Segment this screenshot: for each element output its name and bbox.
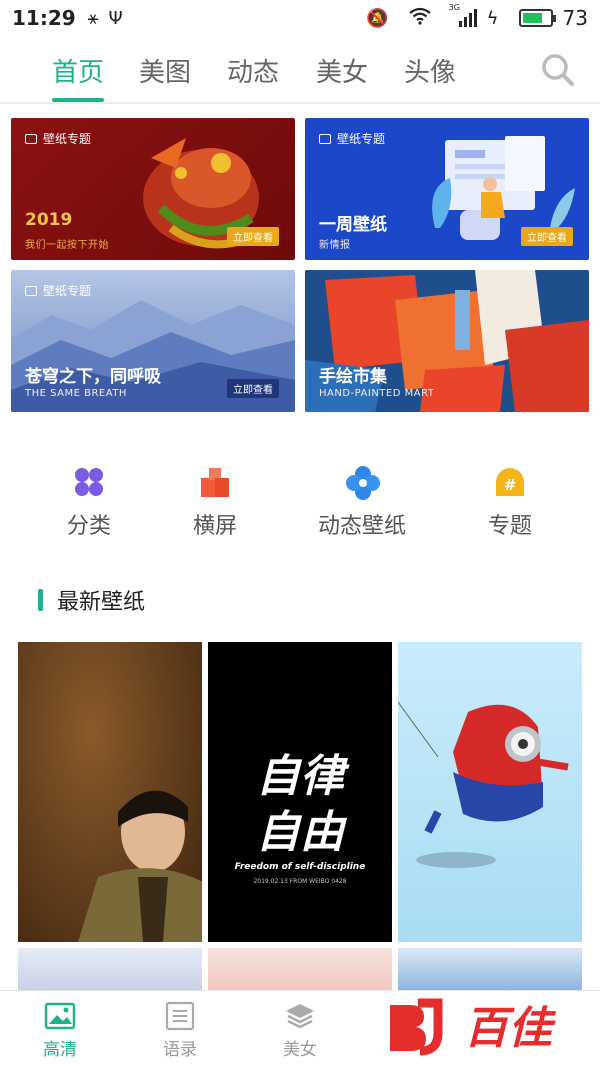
layers-icon bbox=[284, 1001, 316, 1031]
nav-quotes[interactable]: 语录 bbox=[140, 1001, 220, 1060]
wallpaper-text-line2: 自由 bbox=[256, 807, 344, 858]
tab-label: 头像 bbox=[404, 58, 457, 88]
category-topic[interactable]: # 专题 bbox=[455, 466, 565, 540]
wallpaper-blue[interactable] bbox=[398, 948, 582, 990]
wallpaper-self-discipline[interactable]: 自律 自由 Freedom of self-discipline 2019.02… bbox=[208, 642, 392, 942]
tab-meinv[interactable]: 美女 bbox=[316, 52, 368, 96]
banner-tag: 壁纸专题 bbox=[25, 282, 91, 299]
tab-indicator bbox=[52, 98, 105, 102]
banner-hand-painted[interactable]: 手绘市集 HAND-PAINTED MART bbox=[305, 270, 589, 412]
category-classify[interactable]: 分类 bbox=[34, 466, 144, 540]
nav-label: 高清 bbox=[43, 1040, 77, 1060]
watermark-logo: 百佳 bbox=[380, 993, 580, 1057]
banner-subtitle: 我们一起按下开始 bbox=[25, 240, 109, 251]
nav-label: 语录 bbox=[163, 1040, 197, 1060]
tab-label: 首页 bbox=[52, 58, 105, 88]
banner-weekly[interactable]: 壁纸专题 一周壁纸 新情报 立即查看 bbox=[305, 118, 589, 260]
view-now-button[interactable]: 立即查看 bbox=[227, 379, 279, 398]
wallpaper-blossom[interactable] bbox=[18, 948, 202, 990]
banner-tag: 壁纸专题 bbox=[319, 130, 385, 147]
wallpaper-text-line1: 自律 bbox=[256, 751, 344, 802]
nav-label: 美女 bbox=[283, 1040, 317, 1060]
category-label: 动态壁纸 bbox=[317, 514, 406, 539]
status-time: 11:29 bbox=[12, 6, 76, 30]
banner-title: 手绘市集 bbox=[319, 367, 387, 387]
flower-icon bbox=[346, 466, 380, 500]
watermark-graphic: 百佳 bbox=[390, 998, 557, 1056]
view-now-button[interactable]: 立即查看 bbox=[521, 227, 573, 246]
category-label: 分类 bbox=[66, 514, 111, 539]
tab-dongtai[interactable]: 动态 bbox=[227, 52, 279, 96]
tab-label: 美图 bbox=[139, 58, 192, 88]
category-live-wallpaper[interactable]: 动态壁纸 bbox=[307, 466, 417, 540]
banner-subtitle: 新情报 bbox=[319, 240, 351, 251]
network-type: 3G bbox=[448, 3, 460, 12]
battery-percent: 73 bbox=[562, 6, 588, 30]
section-title: 最新壁纸 bbox=[57, 590, 146, 615]
view-now-button[interactable]: 立即查看 bbox=[227, 227, 279, 246]
portrait-illustration bbox=[78, 790, 202, 942]
wallpaper-tag-icon bbox=[25, 285, 37, 296]
banner-tag-label: 壁纸专题 bbox=[43, 284, 92, 298]
wallpaper-small-text: 2019.02.13 FROM WEIBO 0428 bbox=[253, 878, 347, 885]
tab-label: 美女 bbox=[316, 58, 369, 88]
wallpaper-cartoon[interactable] bbox=[398, 642, 582, 942]
banner-title: 苍穹之下，同呼吸 bbox=[25, 367, 161, 387]
tab-home[interactable]: 首页 bbox=[52, 52, 105, 102]
svg-text:#: # bbox=[504, 476, 517, 494]
battery-icon bbox=[518, 9, 556, 27]
section-header: 最新壁纸 bbox=[38, 584, 145, 616]
banner-same-breath[interactable]: 壁纸专题 苍穹之下，同呼吸 THE SAME BREATH 立即查看 bbox=[11, 270, 295, 412]
usb-icon: Ψ bbox=[108, 7, 123, 29]
wallpaper-tag-icon bbox=[319, 133, 331, 144]
nav-hd[interactable]: 高清 bbox=[20, 1001, 100, 1060]
category-landscape[interactable]: 横屏 bbox=[160, 466, 270, 540]
banner-tag: 壁纸专题 bbox=[25, 130, 91, 147]
status-bar: 11:29 ⚹ Ψ 🔕 3G ϟ 73 bbox=[0, 0, 600, 36]
category-label: 横屏 bbox=[192, 514, 237, 539]
banner-tag-label: 壁纸专题 bbox=[43, 132, 92, 146]
signal-icon: 3G bbox=[449, 3, 477, 27]
share-icon: ⚹ bbox=[87, 7, 99, 29]
category-label: 专题 bbox=[487, 514, 532, 539]
list-icon bbox=[164, 1001, 196, 1031]
banner-2019[interactable]: 壁纸专题 2019 我们一起按下开始 立即查看 bbox=[11, 118, 295, 260]
nav-beauty[interactable]: 美女 bbox=[260, 1001, 340, 1060]
tab-meitu[interactable]: 美图 bbox=[139, 52, 191, 96]
banner-subtitle: THE SAME BREATH bbox=[25, 388, 127, 399]
banner-title: 2019 bbox=[25, 210, 73, 230]
search-icon[interactable] bbox=[540, 52, 576, 88]
svg-text:百佳: 百佳 bbox=[464, 1003, 557, 1054]
charging-icon: ϟ bbox=[486, 7, 499, 29]
image-icon bbox=[44, 1001, 76, 1031]
top-tab-bar: 首页 美图 动态 美女 头像 bbox=[0, 36, 600, 104]
banner-tag-label: 壁纸专题 bbox=[337, 132, 386, 146]
landscape-icon bbox=[199, 466, 231, 498]
wallpaper-portrait[interactable] bbox=[18, 642, 202, 942]
cartoon-illustration bbox=[398, 701, 569, 868]
banner-subtitle: HAND-PAINTED MART bbox=[319, 388, 435, 399]
tab-touxiang[interactable]: 头像 bbox=[404, 52, 456, 96]
grid-icon bbox=[73, 466, 105, 498]
tab-label: 动态 bbox=[227, 58, 280, 88]
mute-icon: 🔕 bbox=[366, 7, 389, 29]
wallpaper-pink[interactable] bbox=[208, 948, 392, 990]
wifi-icon bbox=[408, 7, 431, 30]
hashtag-icon: # bbox=[494, 466, 526, 498]
banner-title: 一周壁纸 bbox=[319, 215, 387, 235]
category-row: 分类 横屏 动态壁纸 # 专题 bbox=[0, 466, 600, 546]
wallpaper-tag-icon bbox=[25, 133, 37, 144]
wallpaper-caption: Freedom of self-discipline bbox=[234, 862, 366, 872]
section-marker bbox=[38, 589, 43, 611]
